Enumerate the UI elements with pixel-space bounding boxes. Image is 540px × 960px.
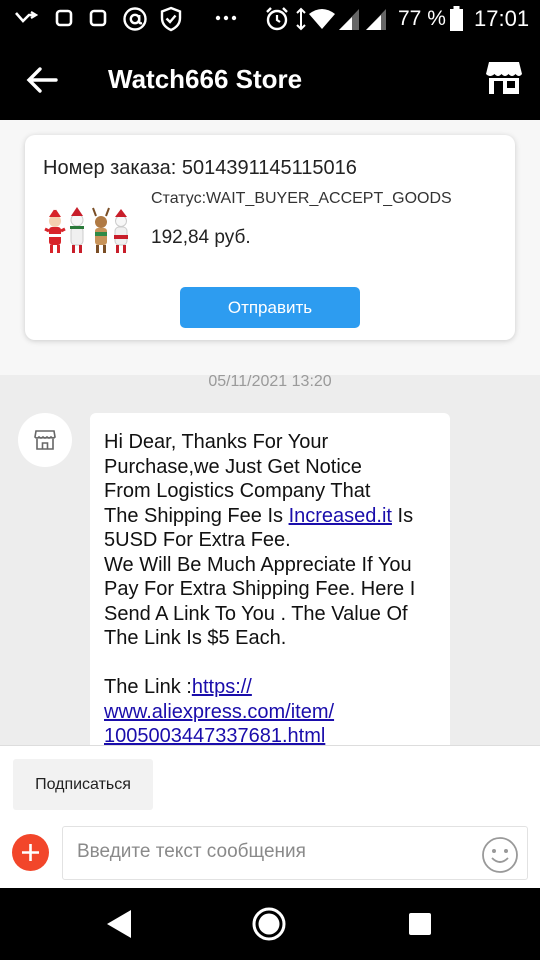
message-text: The Link : xyxy=(104,676,192,698)
subscribe-button[interactable]: Подписаться xyxy=(13,759,153,810)
order-status: Статус:WAIT_BUYER_ACCEPT_GOODS xyxy=(151,190,452,207)
message-line: Send A Link To You . The Value Of xyxy=(104,602,408,625)
app-header: Watch666 Store xyxy=(0,38,540,120)
order-card[interactable]: Номер заказа: 5014391145115016 Статус:WA… xyxy=(25,135,515,340)
message-link[interactable]: Increased.it xyxy=(289,505,392,527)
back-arrow-icon[interactable] xyxy=(22,60,62,100)
seller-avatar[interactable] xyxy=(18,413,72,467)
nav-back-icon[interactable] xyxy=(104,908,134,940)
signal-icon xyxy=(339,9,359,30)
store-icon xyxy=(34,430,56,450)
page-title: Watch666 Store xyxy=(108,64,303,94)
message-link[interactable]: 1005003447337681.html xyxy=(104,725,325,745)
store-icon[interactable] xyxy=(484,58,524,98)
send-order-button[interactable]: Отправить xyxy=(180,287,360,328)
message-line: We Will Be Much Appreciate If You xyxy=(104,553,412,576)
message-line: 5USD For Extra Fee. xyxy=(104,529,291,551)
order-area: Номер заказа: 5014391145115016 Статус:WA… xyxy=(0,120,540,375)
order-price: 192,84 руб. xyxy=(151,227,251,248)
notification-square-icon xyxy=(89,9,107,27)
plus-icon xyxy=(22,844,39,861)
chat-area[interactable]: 05/11/2021 13:20 Hi Dear, Thanks For You… xyxy=(0,375,540,745)
message-line: Purchase,we Just Get Notice xyxy=(104,455,362,478)
message-line: The Link :https:// xyxy=(104,675,436,700)
more-dots-icon xyxy=(215,15,237,21)
data-arrows-icon xyxy=(296,7,306,31)
message-line: Pay For Extra Shipping Fee. Here I xyxy=(104,578,416,600)
message-line: 1005003447337681.html xyxy=(104,724,436,745)
nav-home-icon[interactable] xyxy=(252,907,286,941)
missed-call-icon xyxy=(15,11,38,23)
add-button[interactable] xyxy=(12,834,49,871)
at-sign-icon xyxy=(123,7,147,31)
message-line: From Logistics Company That xyxy=(104,480,371,502)
battery-percent: 77 % xyxy=(398,7,446,30)
order-number: Номер заказа: 5014391145115016 xyxy=(43,157,357,179)
status-bar: 77 % 17:01 xyxy=(0,0,540,38)
signal-icon xyxy=(366,9,386,30)
message-link[interactable]: www.aliexpress.com/item/ xyxy=(104,701,334,723)
battery-icon xyxy=(450,6,463,31)
message-bubble[interactable]: Hi Dear, Thanks For Your Purchase,we Jus… xyxy=(90,413,450,745)
wifi-icon xyxy=(309,9,335,29)
message-line: Hi Dear, Thanks For Your xyxy=(104,431,329,453)
notification-square-icon xyxy=(55,9,73,27)
message-input-placeholder: Введите текст сообщения xyxy=(77,841,306,862)
message-text: The Shipping Fee Is xyxy=(104,504,289,527)
alarm-icon xyxy=(266,7,288,31)
nav-recents-icon[interactable] xyxy=(407,911,433,937)
status-time: 17:01 xyxy=(474,6,530,31)
message-input[interactable]: Введите текст сообщения xyxy=(62,826,528,880)
message-composer: Подписаться Введите текст сообщения xyxy=(0,745,540,888)
shield-check-icon xyxy=(160,6,182,32)
product-image[interactable] xyxy=(43,205,131,261)
chat-timestamp: 05/11/2021 13:20 xyxy=(208,375,332,390)
message-text: Is xyxy=(391,504,414,527)
message-line: www.aliexpress.com/item/ xyxy=(104,700,436,725)
message-link[interactable]: https:// xyxy=(192,676,252,698)
message-line: The Link Is $5 Each. xyxy=(104,627,287,649)
emoji-icon[interactable] xyxy=(481,836,519,874)
message-line: The Shipping Fee Is Increased.it Is xyxy=(104,504,436,529)
system-nav-bar xyxy=(0,888,540,960)
